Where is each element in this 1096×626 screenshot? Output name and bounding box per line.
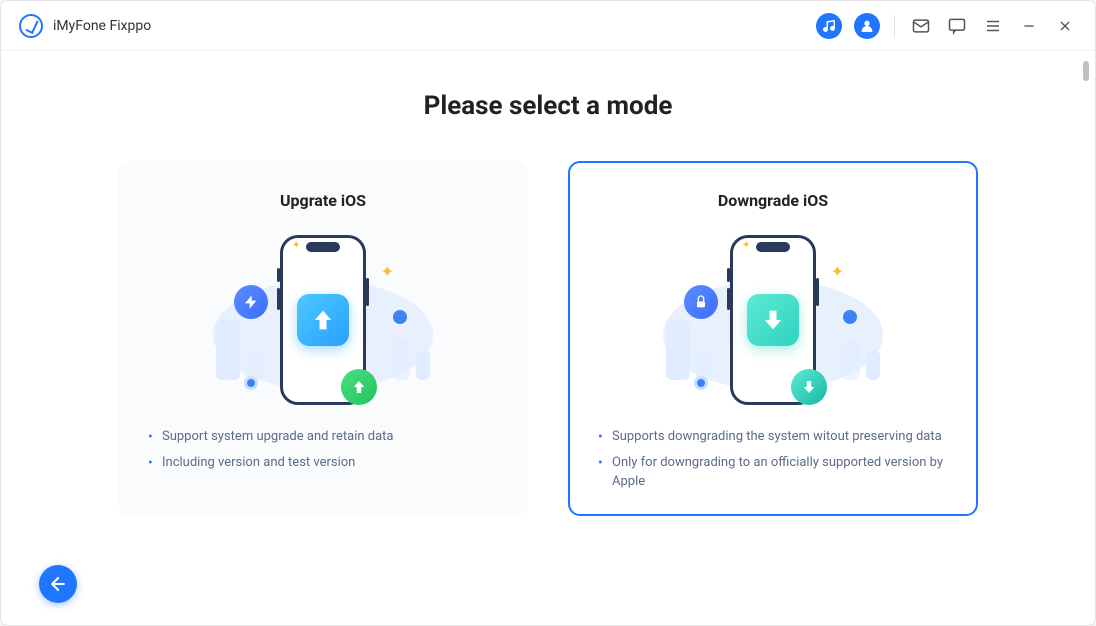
sparkle-icon: ✦ bbox=[742, 240, 750, 251]
upgrade-bullets: Support system upgrade and retain data I… bbox=[144, 424, 502, 475]
bullet-item: Support system upgrade and retain data bbox=[144, 424, 502, 450]
minimize-icon[interactable] bbox=[1017, 14, 1041, 38]
downgrade-title: Downgrade iOS bbox=[594, 191, 952, 210]
dot-icon bbox=[694, 376, 708, 390]
titlebar: iMyFone Fixppo bbox=[1, 1, 1095, 51]
dot-icon bbox=[244, 376, 258, 390]
close-icon[interactable] bbox=[1053, 14, 1077, 38]
music-icon[interactable] bbox=[816, 13, 842, 39]
mail-icon[interactable] bbox=[909, 14, 933, 38]
mode-cards: Upgrate iOS ✦ ✦ bbox=[101, 161, 995, 516]
app-window: iMyFone Fixppo bbox=[0, 0, 1096, 626]
sparkle-icon: ✦ bbox=[831, 262, 844, 281]
bullet-item: Supports downgrading the system witout p… bbox=[594, 424, 952, 450]
menu-icon[interactable] bbox=[981, 14, 1005, 38]
sparkle-icon: ✦ bbox=[381, 262, 394, 281]
back-button[interactable] bbox=[39, 565, 77, 603]
page-title: Please select a mode bbox=[101, 91, 995, 121]
titlebar-right bbox=[816, 13, 1077, 39]
sparkle-icon: ✦ bbox=[292, 240, 300, 251]
upgrade-title: Upgrate iOS bbox=[144, 191, 502, 210]
divider bbox=[894, 15, 895, 37]
dot-icon bbox=[393, 310, 407, 324]
bullet-item: Only for downgrading to an officially su… bbox=[594, 450, 952, 495]
app-logo-icon bbox=[19, 14, 43, 38]
upgrade-illustration: ✦ ✦ bbox=[144, 230, 502, 410]
dot-icon bbox=[843, 310, 857, 324]
downgrade-card[interactable]: Downgrade iOS ✦ ✦ bbox=[568, 161, 978, 516]
upgrade-card[interactable]: Upgrate iOS ✦ ✦ bbox=[118, 161, 528, 516]
app-name: iMyFone Fixppo bbox=[53, 18, 151, 34]
arrow-down-small-icon bbox=[791, 369, 827, 405]
arrow-down-icon bbox=[747, 294, 799, 346]
downgrade-illustration: ✦ ✦ bbox=[594, 230, 952, 410]
downgrade-bullets: Supports downgrading the system witout p… bbox=[594, 424, 952, 495]
content: Please select a mode Upgrate iOS ✦ ✦ bbox=[1, 51, 1095, 625]
bullet-item: Including version and test version bbox=[144, 450, 502, 476]
lock-icon bbox=[684, 285, 718, 319]
bolt-icon bbox=[234, 285, 268, 319]
feedback-icon[interactable] bbox=[945, 14, 969, 38]
scrollbar[interactable] bbox=[1083, 61, 1089, 81]
account-icon[interactable] bbox=[854, 13, 880, 39]
arrow-up-icon bbox=[297, 294, 349, 346]
titlebar-left: iMyFone Fixppo bbox=[19, 14, 151, 38]
arrow-up-small-icon bbox=[341, 369, 377, 405]
